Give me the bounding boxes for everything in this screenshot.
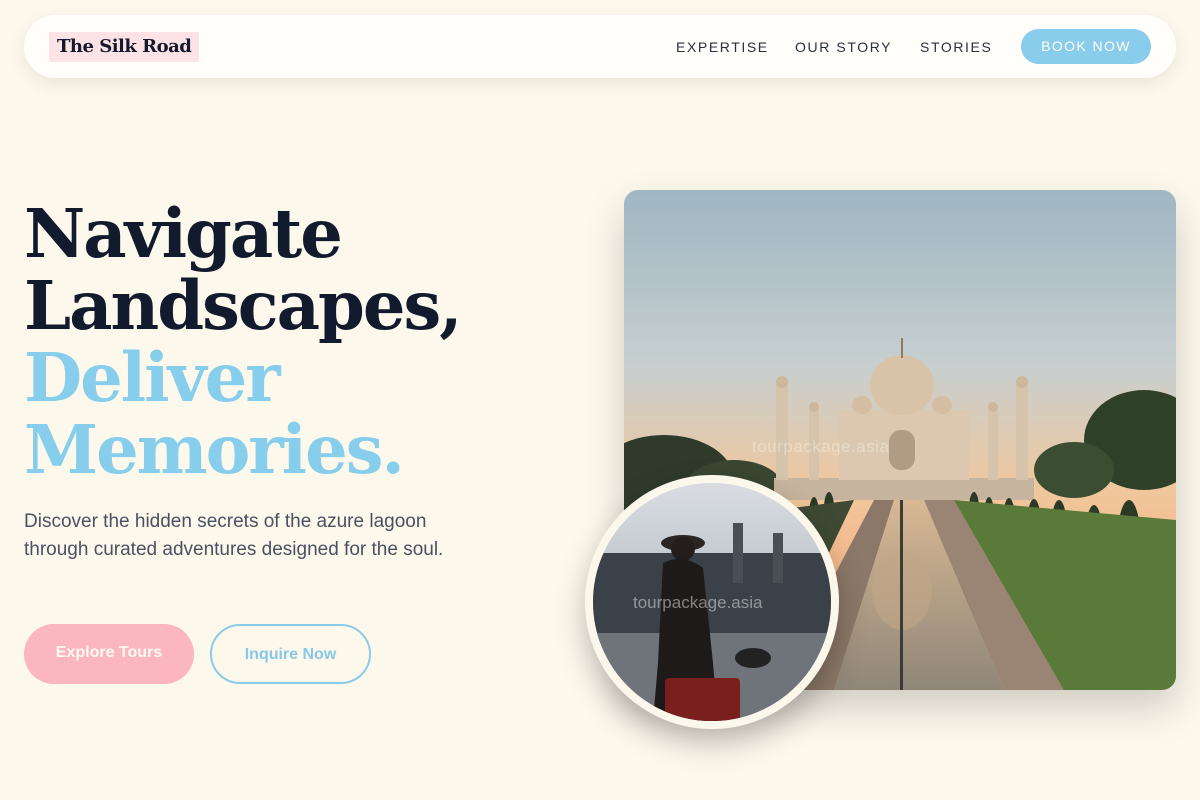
traveler-photo: tourpackage.asia: [585, 475, 839, 729]
headline-line-1: Navigate: [24, 194, 343, 273]
traveler-illustration: tourpackage.asia: [593, 483, 831, 721]
explore-tours-button[interactable]: Explore Tours: [24, 624, 194, 684]
headline-line-4: Memories.: [24, 410, 405, 489]
book-now-button[interactable]: BOOK NOW: [1021, 29, 1151, 64]
nav-link-expertise[interactable]: EXPERTISE: [676, 38, 769, 56]
headline-line-2: Landscapes,: [24, 266, 463, 345]
inquire-now-button[interactable]: Inquire Now: [210, 624, 371, 684]
circle-photo-watermark: tourpackage.asia: [633, 593, 763, 612]
hero-headline: Navigate Landscapes, Deliver Memories.: [24, 198, 584, 486]
nav-link-stories[interactable]: STORIES: [920, 38, 992, 56]
headline-line-3: Deliver: [24, 338, 281, 417]
brand-logo[interactable]: The Silk Road: [49, 32, 200, 62]
hero-description: Discover the hidden secrets of the azure…: [24, 511, 444, 560]
top-navbar: The Silk Road EXPERTISE OUR STORY STORIE…: [24, 15, 1176, 78]
main-photo-watermark: tourpackage.asia: [752, 437, 890, 456]
nav-link-our-story[interactable]: OUR STORY: [795, 38, 892, 56]
